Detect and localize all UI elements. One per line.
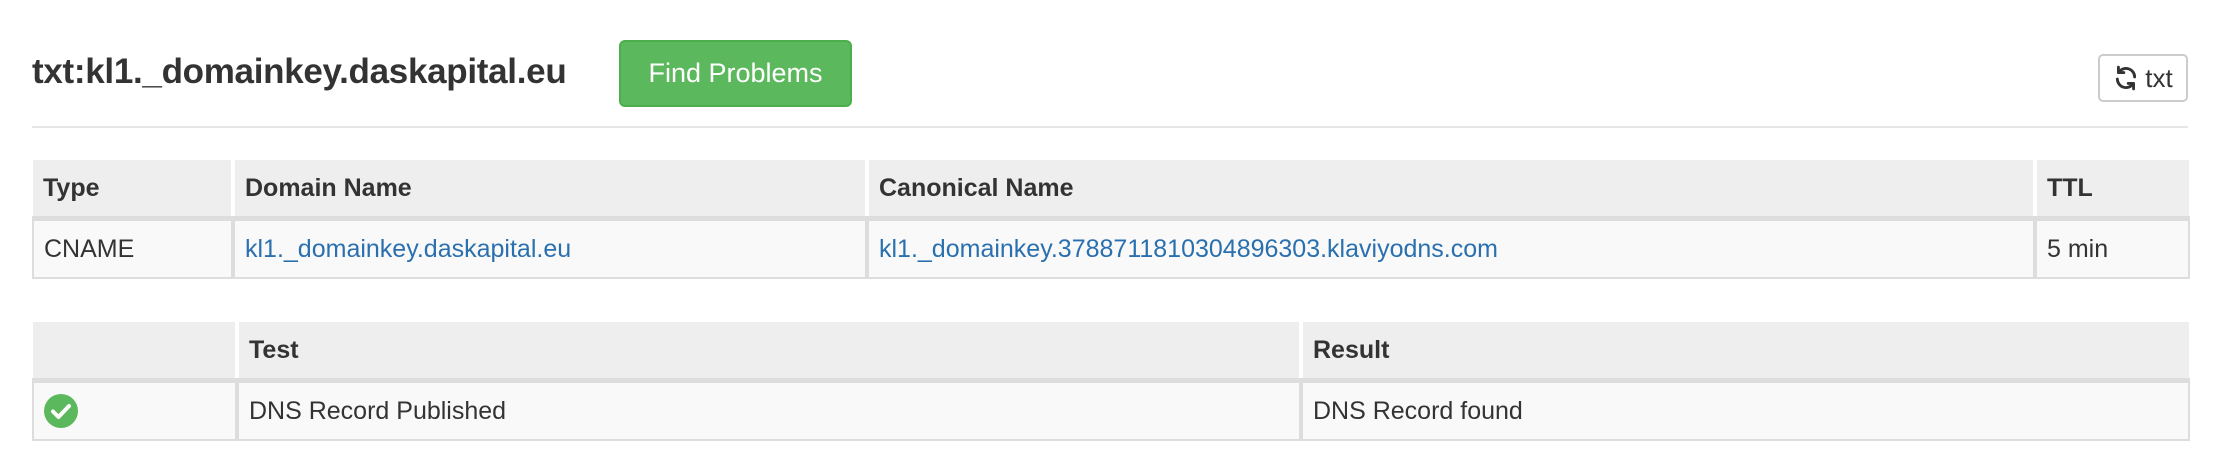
canonical-name-cell: kl1._domainkey.3788711810304896303.klavi…	[865, 218, 2035, 279]
table-row: CNAME kl1._domainkey.daskapital.eu kl1._…	[32, 218, 2190, 279]
page-container: txt:kl1._domainkey.daskapital.eu Find Pr…	[32, 0, 2190, 441]
column-header-test: Test	[235, 322, 1301, 383]
table-row: DNS Record Published DNS Record found	[32, 380, 2190, 441]
page-title: txt:kl1._domainkey.daskapital.eu	[32, 52, 567, 91]
column-header-status	[33, 322, 237, 383]
refresh-button-label: txt	[2145, 62, 2173, 93]
column-header-type: Type	[33, 160, 233, 221]
page-header: txt:kl1._domainkey.daskapital.eu Find Pr…	[32, 0, 2188, 128]
record-type-cell: CNAME	[32, 218, 233, 279]
check-circle-icon	[44, 394, 78, 428]
test-name-cell: DNS Record Published	[235, 380, 1301, 441]
column-header-ttl: TTL	[2033, 160, 2189, 221]
column-header-domain-name: Domain Name	[231, 160, 867, 221]
column-header-canonical-name: Canonical Name	[865, 160, 2035, 221]
test-result-cell: DNS Record found	[1299, 380, 2190, 441]
find-problems-button[interactable]: Find Problems	[619, 40, 852, 107]
ttl-cell: 5 min	[2033, 218, 2190, 279]
column-header-result: Result	[1299, 322, 2189, 383]
refresh-icon	[2113, 65, 2139, 91]
dns-records-table: Type Domain Name Canonical Name TTL CNAM…	[32, 160, 2190, 279]
table-header-row: Type Domain Name Canonical Name TTL	[33, 160, 2189, 221]
canonical-name-link[interactable]: kl1._domainkey.3788711810304896303.klavi…	[879, 235, 1498, 263]
domain-name-link[interactable]: kl1._domainkey.daskapital.eu	[245, 235, 571, 263]
refresh-txt-button[interactable]: txt	[2098, 54, 2188, 102]
dns-tests-table: Test Result DNS Record Published DNS Rec…	[32, 322, 2190, 441]
table-header-row: Test Result	[33, 322, 2189, 383]
status-cell	[32, 380, 237, 441]
domain-name-cell: kl1._domainkey.daskapital.eu	[231, 218, 867, 279]
